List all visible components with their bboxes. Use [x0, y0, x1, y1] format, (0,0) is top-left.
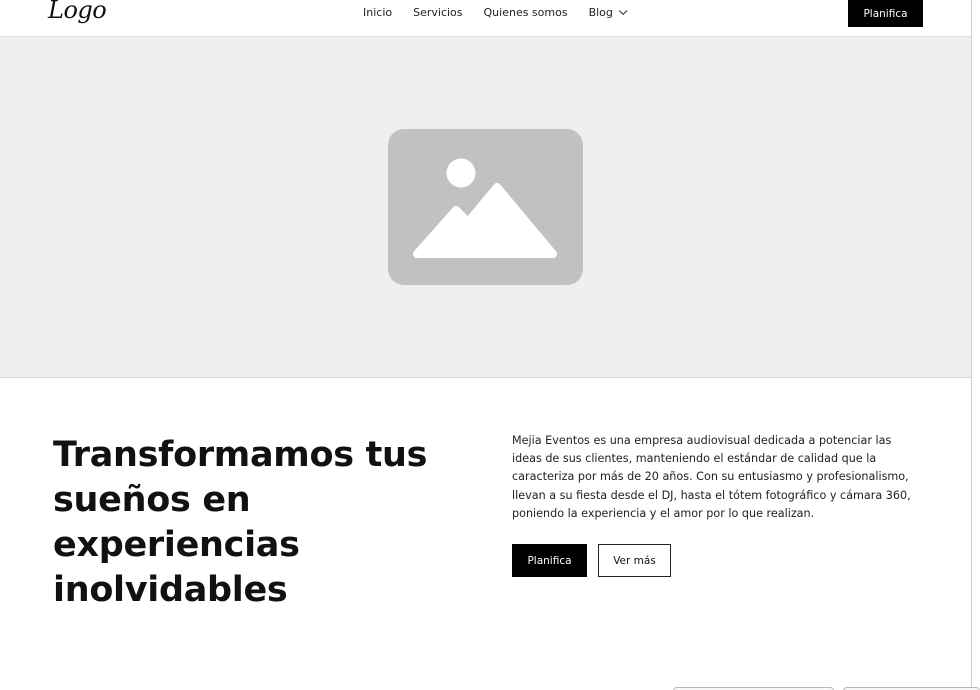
nav-item-servicios[interactable]: Servicios: [413, 6, 462, 19]
nav-item-inicio[interactable]: Inicio: [363, 6, 392, 19]
nav-item-label: Quienes somos: [483, 6, 568, 19]
nav-item-label: Inicio: [363, 6, 393, 19]
nav-item-quienes-somos[interactable]: Quienes somos: [484, 6, 568, 19]
page-headline: Transformamos tus sueños en experiencias…: [53, 435, 428, 610]
hero-image: [0, 37, 972, 378]
image-icon: [413, 158, 557, 258]
logo[interactable]: Logo: [48, 0, 107, 24]
nav-item-label: Blog: [588, 6, 613, 19]
nav-item-label: Servicios: [413, 6, 463, 19]
nav-item-blog[interactable]: Blog: [588, 6, 628, 19]
image-placeholder-icon: [388, 129, 583, 285]
right-scroll-strip[interactable]: [971, 0, 980, 690]
ver-mas-button[interactable]: Ver más: [598, 544, 671, 577]
page: Logo Inicio Servicios Quienes somos Blog…: [0, 0, 980, 690]
planifica-button[interactable]: Planifica: [512, 544, 587, 577]
chevron-down-icon: [618, 6, 628, 15]
main-nav: Inicio Servicios Quienes somos Blog: [363, 6, 628, 19]
header-cta-button[interactable]: Planifica: [848, 0, 923, 27]
site-header: Logo Inicio Servicios Quienes somos Blog…: [0, 0, 972, 37]
description-text: Mejia Eventos es una empresa audiovisual…: [512, 434, 911, 520]
